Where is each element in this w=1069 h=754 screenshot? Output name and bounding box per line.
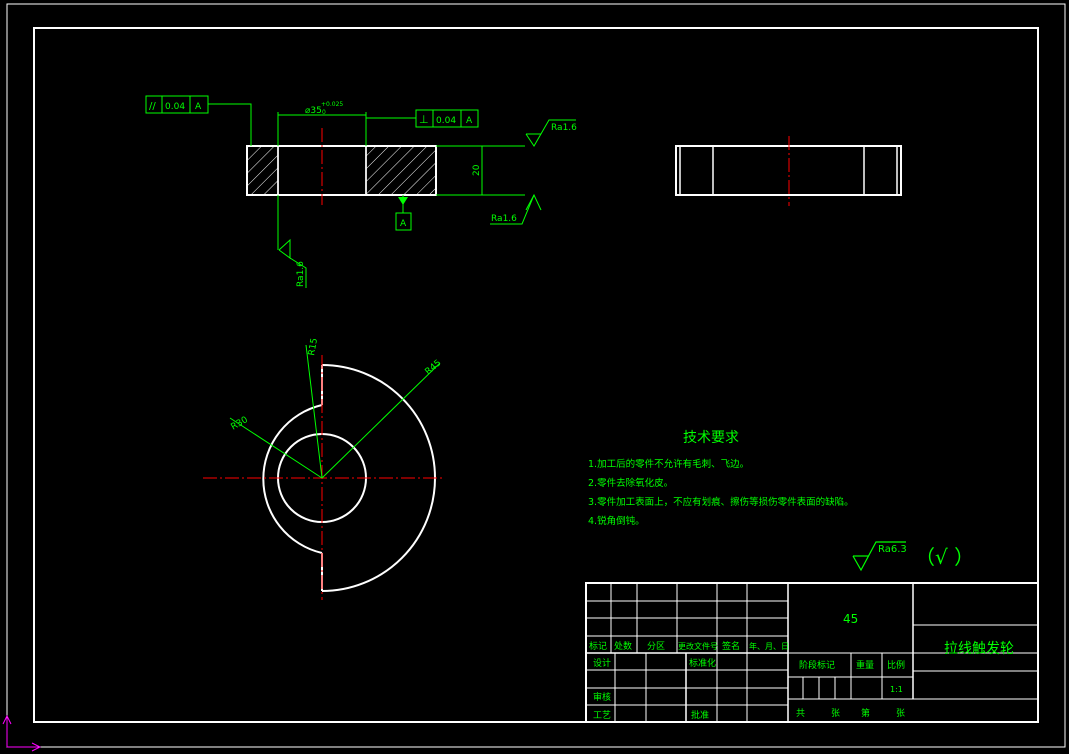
perp-symbol: ⊥ — [419, 113, 429, 126]
tb-approve: 批准 — [691, 709, 709, 721]
roughness-left: Ra1.6 — [296, 261, 306, 287]
perp-value: 0.04 — [436, 116, 456, 126]
tech-req-item-1: 1.加工后的零件不允许有毛刺、飞边。 — [588, 458, 749, 470]
tb-sign: 签名 — [722, 640, 740, 652]
mid-arc — [262, 404, 323, 554]
parallel-value: 0.04 — [165, 102, 185, 112]
tech-req-item-3: 3.零件加工表面上，不应有划痕、擦伤等损伤零件表面的缺陷。 — [588, 496, 854, 508]
datum-triangle — [398, 197, 408, 205]
tb-scale: 比例 — [887, 659, 905, 671]
section-view — [246, 128, 437, 205]
tb-review: 审核 — [593, 691, 611, 703]
tb-part-name: 拉线触发轮 — [944, 641, 1014, 657]
height-label: 20 — [472, 164, 482, 176]
diameter-label: ⌀35 — [305, 106, 322, 116]
roughness-general-value: Ra6.3 — [878, 544, 907, 555]
roughness-top: Ra1.6 — [551, 123, 577, 133]
tb-zone: 分区 — [647, 641, 665, 652]
r-large-label: R45 — [424, 358, 444, 377]
tb-page-no: 第 — [861, 707, 870, 719]
tb-sheet2: 张 — [896, 708, 905, 719]
tb-count: 处数 — [614, 640, 632, 652]
outer-border — [6, 3, 1066, 748]
perp-datum: A — [466, 116, 473, 126]
side-view — [675, 136, 902, 206]
tb-total: 共 — [796, 708, 805, 719]
r-mid-label: R30 — [230, 415, 251, 433]
inner-border — [33, 27, 1039, 723]
tb-process: 工艺 — [593, 710, 611, 721]
parallel-symbol: // — [149, 101, 156, 112]
datum-label: A — [400, 219, 407, 229]
tb-change-doc: 更改文件号 — [678, 641, 718, 651]
tb-date: 年、月、日 — [749, 641, 789, 651]
parallel-datum: A — [195, 102, 202, 112]
tb-scale-value: 1:1 — [890, 685, 903, 694]
front-centerlines — [203, 355, 445, 600]
tol-lower: 0 — [322, 109, 326, 116]
hatch-left — [246, 145, 279, 196]
roughness-bottom: Ra1.6 — [491, 214, 517, 224]
tb-material: 45 — [843, 612, 858, 626]
hatch-right — [365, 145, 437, 196]
tech-req-title: 技术要求 — [683, 430, 739, 446]
tol-upper: +0.025 — [321, 101, 343, 108]
r-small-label: R15 — [307, 337, 320, 356]
tech-req-item-4: 4.锐角倒钝。 — [588, 515, 645, 527]
tb-stage-mark: 阶段标记 — [799, 659, 835, 671]
tb-mark: 标记 — [589, 640, 607, 652]
drawing-canvas: // 0.04 A ⌀35 +0.025 0 ⊥ 0.04 A 20 Ra1.6… — [2, 3, 1066, 752]
tb-standardize: 标准化 — [689, 657, 716, 669]
section-annotations — [145, 95, 576, 288]
tech-req-item-2: 2.零件去除氧化皮。 — [588, 477, 673, 489]
tb-sheet: 张 — [831, 708, 840, 719]
tb-weight: 重量 — [856, 659, 874, 671]
roughness-general-other: （√ ） — [915, 545, 974, 569]
tb-design: 设计 — [593, 657, 611, 669]
